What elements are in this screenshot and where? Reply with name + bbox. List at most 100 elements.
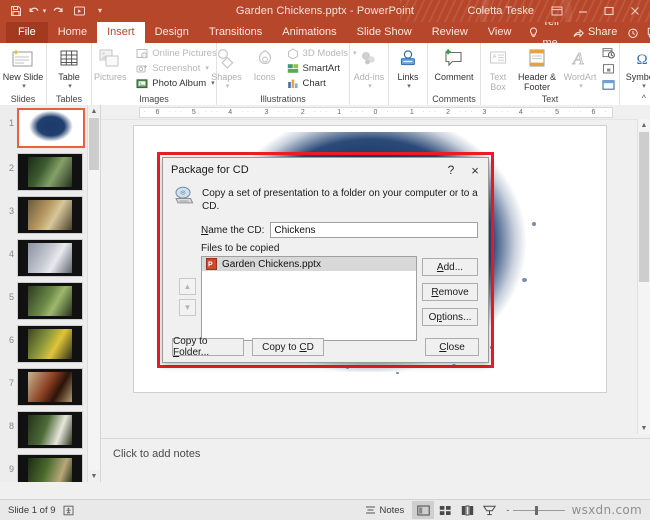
scroll-down-icon[interactable]: ▼ — [88, 470, 100, 482]
slide-show-icon[interactable] — [478, 501, 500, 519]
share-button[interactable]: Share — [567, 22, 623, 43]
zoom-out-button[interactable]: - — [506, 505, 509, 516]
dialog-footer: Copy to Folder... Copy to CD Close — [163, 332, 488, 362]
options-button[interactable]: Options... — [422, 308, 478, 326]
dialog-close-icon[interactable]: × — [462, 159, 488, 181]
wordart-caret-icon[interactable]: ▾ — [579, 82, 583, 92]
new-slide-caret-icon[interactable]: ▾ — [22, 82, 26, 92]
files-list[interactable]: P Garden Chickens.pptx — [201, 256, 417, 341]
tab-home[interactable]: Home — [48, 22, 97, 43]
tell-me-search[interactable]: Tell me — [521, 22, 567, 43]
scroll-down-icon[interactable]: ▼ — [638, 422, 650, 434]
move-up-icon[interactable]: ▲ — [179, 278, 196, 295]
thumbnail-scrollbar[interactable]: ▲ ▼ — [87, 105, 100, 482]
links-caret-icon[interactable]: ▾ — [407, 82, 411, 92]
thumbnail-slide-4[interactable]: 4 — [0, 239, 88, 277]
thumbnail-slide-5[interactable]: 5 — [0, 282, 88, 320]
table-button[interactable]: Table ▾ — [45, 45, 93, 92]
ribbon-display-options-icon[interactable] — [544, 0, 570, 22]
tab-view[interactable]: View — [478, 22, 522, 43]
text-box-icon: A — [488, 46, 508, 72]
links-button[interactable]: Links ▾ — [390, 45, 426, 92]
pictures-button[interactable]: Pictures — [88, 45, 132, 82]
tab-slide-show[interactable]: Slide Show — [347, 22, 422, 43]
ink-spray-dot — [395, 372, 399, 374]
ruler-tick: 6 — [591, 108, 596, 116]
thumbnail-slide-3[interactable]: 3 — [0, 196, 88, 234]
thumbnail-slide-9[interactable]: 9 — [0, 454, 88, 482]
zoom-slider[interactable] — [513, 505, 566, 515]
add-button[interactable]: Add... — [422, 258, 478, 276]
dialog-help-icon[interactable]: ? — [440, 159, 462, 181]
powerpoint-file-icon: P — [206, 258, 217, 270]
thumbnail-slide-7[interactable]: 7 — [0, 368, 88, 406]
shapes-button[interactable]: Shapes ▾ — [207, 45, 247, 92]
start-from-beginning-icon[interactable] — [69, 2, 89, 20]
scroll-up-icon[interactable]: ▲ — [638, 119, 650, 131]
notes-toggle-button[interactable]: Notes — [357, 505, 412, 516]
scrollbar-thumb[interactable] — [89, 118, 99, 170]
save-icon[interactable] — [6, 2, 26, 20]
photo-album-label: Photo Album — [152, 78, 207, 89]
smartart-button[interactable]: SmartArt — [283, 61, 360, 76]
customize-quick-access-toolbar-icon[interactable]: ▾ — [90, 2, 110, 20]
3d-models-button[interactable]: 3D Models ▾ — [283, 46, 360, 61]
tab-review[interactable]: Review — [422, 22, 478, 43]
header-footer-button[interactable]: Header & Footer — [513, 45, 561, 92]
close-button[interactable]: Close — [425, 338, 479, 356]
symbols-caret-icon[interactable]: ▾ — [642, 82, 646, 92]
thumbnail-image — [17, 454, 83, 482]
tab-transitions[interactable]: Transitions — [199, 22, 272, 43]
scrollbar-thumb[interactable] — [639, 132, 649, 282]
chart-button[interactable]: Chart — [283, 76, 360, 91]
shapes-caret-icon[interactable]: ▾ — [226, 82, 230, 92]
table-caret-icon[interactable]: ▾ — [68, 82, 72, 92]
text-box-button[interactable]: A Text Box — [483, 45, 513, 92]
copy-to-cd-button[interactable]: Copy to CD — [252, 338, 324, 356]
symbols-button[interactable]: Ω Symbols ▾ — [621, 45, 650, 92]
tab-design[interactable]: Design — [145, 22, 199, 43]
revision-history-icon[interactable] — [623, 22, 643, 43]
normal-view-icon[interactable] — [412, 501, 435, 519]
accessibility-checker-icon[interactable] — [63, 505, 74, 516]
undo-icon[interactable]: ▾ — [27, 2, 47, 20]
minimize-icon[interactable] — [570, 0, 596, 22]
slide-number-button[interactable] — [599, 61, 617, 76]
list-item[interactable]: P Garden Chickens.pptx — [202, 257, 416, 271]
wordart-button[interactable]: A WordArt ▾ — [561, 45, 599, 92]
user-account-name[interactable]: Coletta Teske — [468, 5, 544, 17]
new-slide-button[interactable]: New Slide ▾ — [0, 45, 47, 92]
date-and-time-button[interactable] — [599, 45, 617, 60]
comments-icon[interactable] — [643, 22, 650, 43]
slide-counter[interactable]: Slide 1 of 9 — [8, 505, 56, 516]
icons-button[interactable]: Icons — [247, 45, 283, 82]
thumbnail-slide-1[interactable]: 1 — [0, 108, 88, 148]
slide-sorter-icon[interactable] — [434, 501, 456, 519]
header-footer-label: Header & Footer — [517, 72, 557, 92]
thumbnail-slide-8[interactable]: 8 — [0, 411, 88, 449]
move-down-icon[interactable]: ▼ — [179, 299, 196, 316]
object-button[interactable] — [599, 77, 617, 92]
scroll-up-icon[interactable]: ▲ — [88, 105, 100, 117]
add-ins-caret-icon[interactable]: ▾ — [368, 82, 372, 92]
copy-to-folder-button[interactable]: Copy to Folder... — [172, 336, 244, 358]
zoom-slider-handle[interactable] — [535, 505, 539, 515]
tab-animations[interactable]: Animations — [272, 22, 346, 43]
symbols-label: Symbols — [625, 72, 650, 82]
tab-file[interactable]: File — [6, 22, 48, 43]
remove-button[interactable]: Remove — [422, 283, 478, 301]
thumbnail-slide-6[interactable]: 6 — [0, 325, 88, 363]
thumbnail-slide-2[interactable]: 2 — [0, 153, 88, 191]
tab-insert[interactable]: Insert — [97, 22, 145, 43]
maximize-icon[interactable] — [596, 0, 622, 22]
comment-button[interactable]: Comment — [429, 45, 479, 82]
slide-vertical-scrollbar[interactable]: ▲ ▼ — [637, 119, 650, 434]
reading-view-icon[interactable] — [456, 501, 478, 519]
collapse-ribbon-button[interactable]: ^ — [642, 93, 646, 103]
zoom-control[interactable]: - — [500, 505, 571, 516]
redo-icon[interactable] — [48, 2, 68, 20]
notes-pane[interactable]: Click to add notes — [101, 438, 650, 482]
add-ins-button[interactable]: Add-ins ▾ — [351, 45, 387, 92]
name-the-cd-input[interactable]: Chickens — [270, 222, 478, 238]
close-icon[interactable] — [622, 0, 648, 22]
